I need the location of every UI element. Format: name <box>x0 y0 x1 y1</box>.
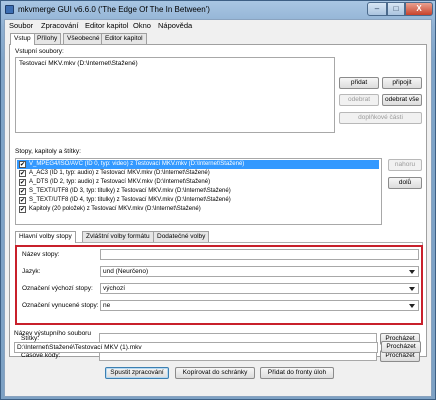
close-button[interactable]: X <box>405 2 433 16</box>
remove-button[interactable]: odebrat <box>339 94 379 106</box>
tab-attachments[interactable]: Přílohy <box>33 33 62 44</box>
track-checkbox[interactable]: ✔ <box>19 206 26 213</box>
track-checkbox[interactable]: ✔ <box>19 179 26 186</box>
minimize-button[interactable]: – <box>367 2 387 16</box>
additional-parts-button[interactable]: doplňkové části <box>339 112 422 124</box>
tab-extra-options[interactable]: Dodatečné volby <box>153 231 210 242</box>
track-label: S_TEXT/UTF8 (ID 3, typ: titulky) z Testo… <box>29 188 231 194</box>
window-title: mkvmerge GUI v6.6.0 ('The Edge Of The In… <box>18 5 210 14</box>
move-up-button[interactable]: nahoru <box>388 159 422 171</box>
tracks-list[interactable]: ✔ V_MPEG4/ISO/AVC (ID 0, typ: video) z T… <box>15 158 382 225</box>
tab-main-track-options[interactable]: Hlavní volby stopy <box>15 231 76 243</box>
track-label: A_AC3 (ID 1, typ: audio) z Testovací MKV… <box>29 170 210 176</box>
tab-chapter-editor[interactable]: Editor kapitol <box>101 33 147 44</box>
menu-help[interactable]: Nápověda <box>158 21 192 30</box>
menu-bar: Soubor Zpracování Editor kapitol Okno Ná… <box>5 20 431 32</box>
track-row[interactable]: ✔ V_MPEG4/ISO/AVC (ID 0, typ: video) z T… <box>17 160 379 169</box>
track-label: V_MPEG4/ISO/AVC (ID 0, typ: video) z Tes… <box>29 161 245 167</box>
track-checkbox[interactable]: ✔ <box>19 161 26 168</box>
tab-input[interactable]: Vstup <box>10 33 35 45</box>
main-tabs: Vstup Přílohy Všeobecné Editor kapitol <box>10 33 210 45</box>
track-label: S_TEXT/UTF8 (ID 4, typ: titulky) z Testo… <box>29 197 231 203</box>
track-row[interactable]: ✔ S_TEXT/UTF8 (ID 3, typ: titulky) z Tes… <box>17 187 379 196</box>
track-row[interactable]: ✔ A_AC3 (ID 1, typ: audio) z Testovací M… <box>17 169 379 178</box>
tab-general[interactable]: Všeobecné <box>63 33 104 44</box>
track-checkbox[interactable]: ✔ <box>19 188 26 195</box>
track-label: Kapitoly (20 položek) z Testovací MKV.mk… <box>29 206 201 212</box>
output-label: Název výstupního souboru <box>14 330 91 337</box>
input-files-list[interactable]: Testovací MKV.mkv (D:\Internet\Stažené) <box>15 57 335 133</box>
track-row[interactable]: ✔ Kapitoly (20 položek) z Testovací MKV.… <box>17 205 379 214</box>
tracks-label: Stopy, kapitoly a štítky: <box>15 148 81 155</box>
input-files-label: Vstupní soubory: <box>15 48 64 55</box>
input-file-item[interactable]: Testovací MKV.mkv (D:\Internet\Stažené) <box>19 60 138 67</box>
menu-chapter-editor[interactable]: Editor kapitol <box>85 21 128 30</box>
add-button[interactable]: přidat <box>339 77 379 89</box>
maximize-button[interactable]: □ <box>387 2 405 16</box>
timecodes-label: Časové kódy: <box>21 352 61 359</box>
track-row[interactable]: ✔ A_DTS (ID 2, typ: audio) z Testovací M… <box>17 178 379 187</box>
remove-all-button[interactable]: odebrat vše <box>382 94 422 106</box>
start-muxing-button[interactable]: Spustit zpracování <box>105 367 169 379</box>
menu-processing[interactable]: Zpracování <box>41 21 79 30</box>
menu-file[interactable]: Soubor <box>9 21 33 30</box>
track-option-tabs: Hlavní volby stopy Zvláštní volby formát… <box>15 231 215 243</box>
tab-format-specific-options[interactable]: Zvláštní volby formátu <box>82 231 154 242</box>
track-checkbox[interactable]: ✔ <box>19 170 26 177</box>
track-row[interactable]: ✔ S_TEXT/UTF8 (ID 4, typ: titulky) z Tes… <box>17 196 379 205</box>
menu-window[interactable]: Okno <box>133 21 151 30</box>
copy-to-clipboard-button[interactable]: Kopírovat do schránky <box>175 367 255 379</box>
output-browse-button[interactable]: Procházet <box>381 341 421 353</box>
track-label: A_DTS (ID 2, typ: audio) z Testovací MKV… <box>29 179 211 185</box>
client-area: Soubor Zpracování Editor kapitol Okno Ná… <box>4 19 432 397</box>
move-down-button[interactable]: dolů <box>388 177 422 189</box>
highlight-box <box>15 245 423 325</box>
output-file-field[interactable]: D:\Internet\Stažené\Testovací MKV (1).mk… <box>14 342 378 353</box>
app-icon <box>5 5 14 14</box>
append-button[interactable]: připojit <box>382 77 422 89</box>
input-tab-panel: Vstupní soubory: Testovací MKV.mkv (D:\I… <box>9 44 427 362</box>
app-window: mkvmerge GUI v6.6.0 ('The Edge Of The In… <box>0 0 436 400</box>
add-to-queue-button[interactable]: Přidat do fronty úloh <box>260 367 334 379</box>
track-checkbox[interactable]: ✔ <box>19 197 26 204</box>
title-bar[interactable]: mkvmerge GUI v6.6.0 ('The Edge Of The In… <box>1 1 435 19</box>
